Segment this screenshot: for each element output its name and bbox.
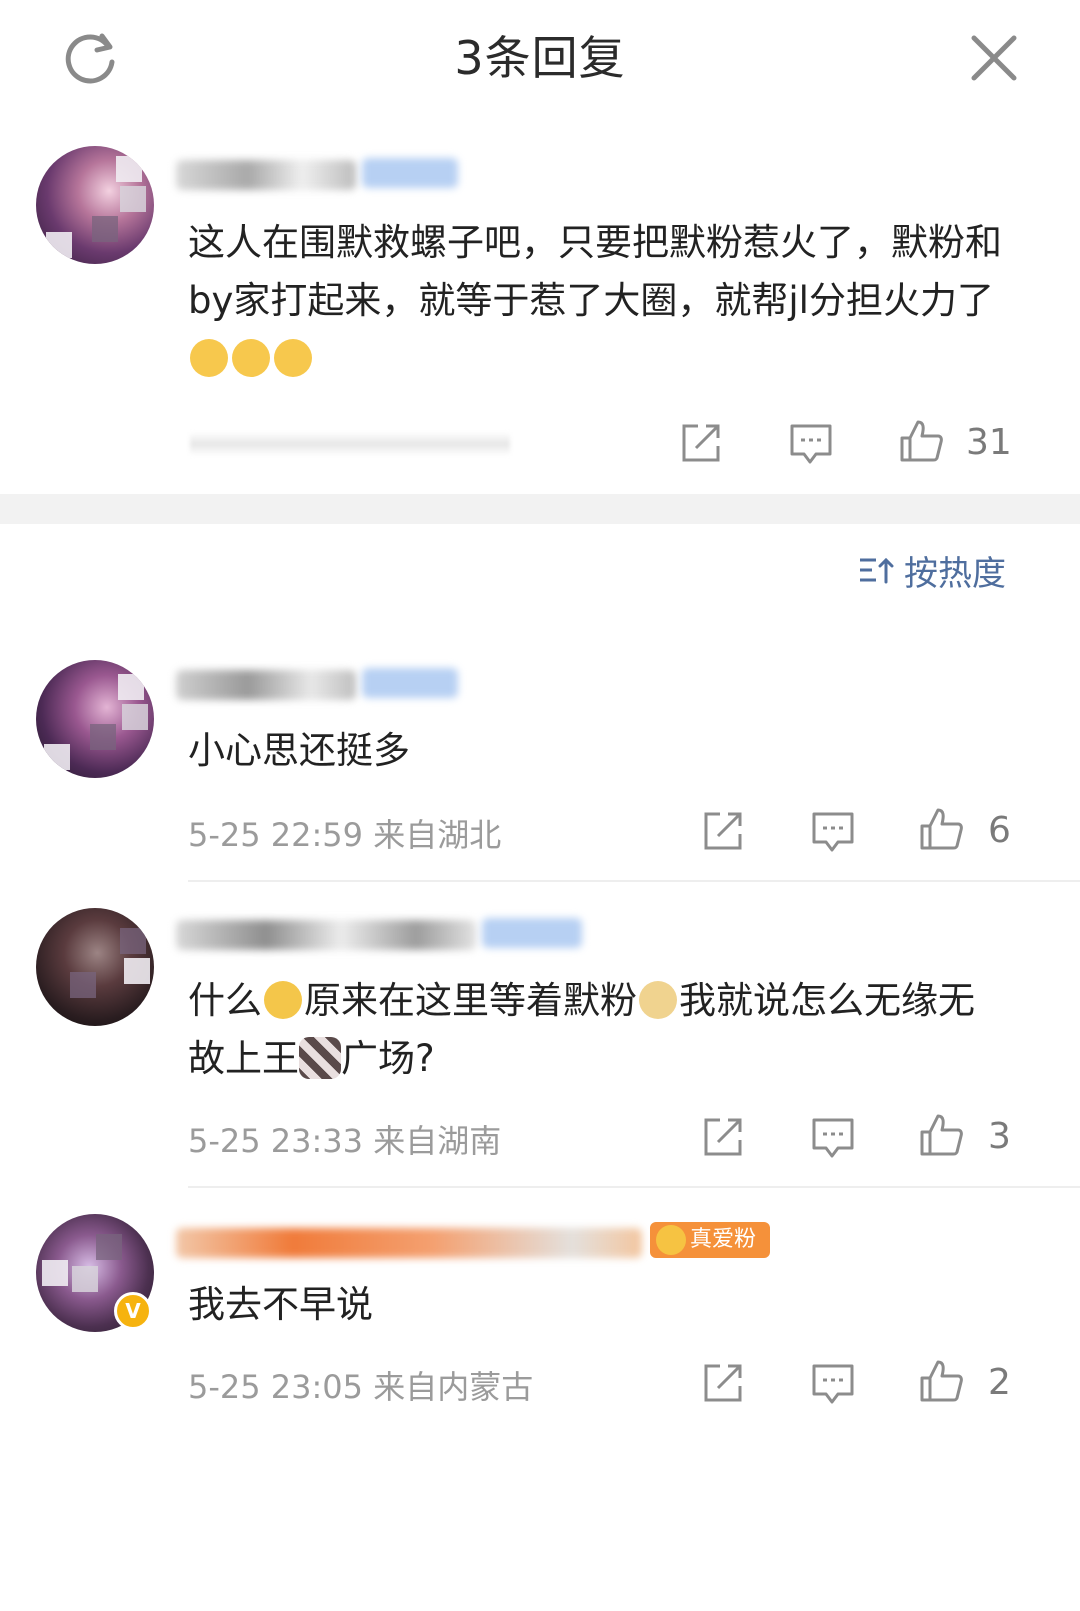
username-redacted[interactable] xyxy=(176,1222,646,1258)
reply-text-part: 原来在这里等着默粉 xyxy=(304,979,637,1022)
reply-text: 什么 原来在这里等着默粉 我就说怎么无缘无故上王 广场? xyxy=(188,972,1008,1088)
like-icon[interactable] xyxy=(918,806,964,852)
censor-sticker xyxy=(299,1037,341,1079)
avatar[interactable] xyxy=(36,146,154,264)
section-divider xyxy=(0,494,1080,524)
page-title: 3条回复 xyxy=(454,31,626,85)
divider xyxy=(188,1186,1080,1188)
avatar[interactable] xyxy=(36,660,154,778)
verified-badge: V xyxy=(114,1292,152,1330)
divider xyxy=(188,880,1080,882)
laugh-cry-emoji-icon xyxy=(264,981,302,1019)
reply-text: 小心思还挺多 xyxy=(188,729,410,772)
like-icon[interactable] xyxy=(898,418,944,464)
timestamp-redacted xyxy=(190,432,510,456)
666-emoji-icon xyxy=(274,339,312,377)
like-count: 2 xyxy=(988,1362,1011,1403)
username-redacted[interactable] xyxy=(176,914,586,950)
header-bar: 3条回复 xyxy=(0,0,1080,120)
reply-text: 我去不早说 xyxy=(188,1283,373,1326)
comment-text: 这人在围默救螺子吧，只要把默粉惹火了，默粉和by家打起来，就等于惹了大圈，就帮j… xyxy=(188,214,1008,388)
close-icon[interactable] xyxy=(966,30,1022,86)
reply-location: 来自湖北 xyxy=(373,816,502,854)
comment-icon[interactable] xyxy=(788,420,834,466)
repost-icon[interactable] xyxy=(678,420,724,466)
reply-time: 5-25 23:33 xyxy=(188,1122,364,1160)
comment-icon[interactable] xyxy=(810,1360,856,1406)
like-count: 31 xyxy=(966,422,1012,463)
fan-badge-label: 真爱粉 xyxy=(690,1227,757,1252)
666-emoji-icon xyxy=(232,339,270,377)
repost-icon[interactable] xyxy=(700,1114,746,1160)
sort-label: 按热度 xyxy=(904,554,1006,594)
username-redacted[interactable] xyxy=(176,664,466,700)
like-count: 3 xyxy=(988,1116,1011,1157)
reply-text-part: 什么 xyxy=(188,979,262,1022)
doge-emoji-icon xyxy=(639,981,677,1019)
reply-meta: 5-25 23:33 来自湖南 xyxy=(188,1116,501,1162)
666-emoji-icon xyxy=(190,339,228,377)
reply-location: 来自湖南 xyxy=(373,1122,502,1160)
like-icon[interactable] xyxy=(918,1112,964,1158)
username-redacted[interactable] xyxy=(176,154,466,190)
like-icon[interactable] xyxy=(918,1358,964,1404)
comment-body: 这人在围默救螺子吧，只要把默粉惹火了，默粉和by家打起来，就等于惹了大圈，就帮j… xyxy=(188,221,1002,322)
sort-icon xyxy=(860,557,894,584)
comment-icon[interactable] xyxy=(810,1114,856,1160)
comment-icon[interactable] xyxy=(810,808,856,854)
reply-location: 来自内蒙古 xyxy=(373,1368,534,1406)
reply-time: 5-25 22:59 xyxy=(188,816,364,854)
reply-time: 5-25 23:05 xyxy=(188,1368,364,1406)
repost-icon[interactable] xyxy=(700,1360,746,1406)
crown-icon xyxy=(656,1225,686,1255)
reply-text-part: 广场? xyxy=(341,1037,435,1080)
fan-level-badge: 真爱粉 xyxy=(650,1222,770,1258)
reply-meta: 5-25 22:59 来自湖北 xyxy=(188,810,501,856)
avatar[interactable] xyxy=(36,908,154,1026)
repost-icon[interactable] xyxy=(700,808,746,854)
reply-meta: 5-25 23:05 来自内蒙古 xyxy=(188,1362,533,1408)
like-count: 6 xyxy=(988,810,1011,851)
